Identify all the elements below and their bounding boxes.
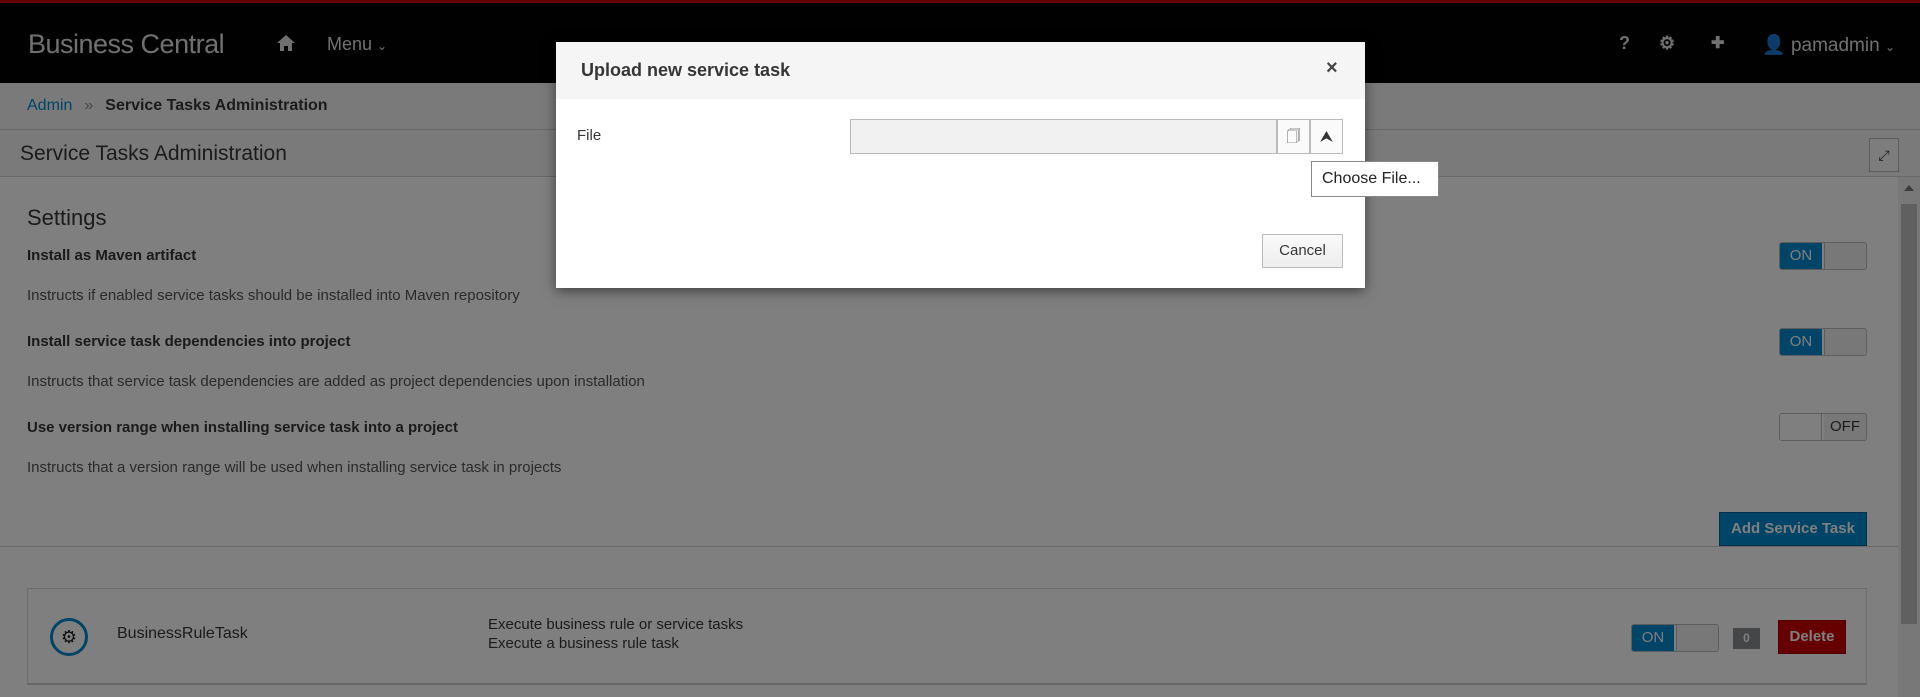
close-icon[interactable]: ×: [1326, 57, 1338, 80]
choose-file-tooltip: Choose File...: [1311, 161, 1439, 197]
file-icon[interactable]: 🗍: [1277, 119, 1310, 154]
modal-title: Upload new service task: [581, 60, 791, 80]
modal-header: Upload new service task ×: [556, 42, 1365, 99]
upload-icon[interactable]: ⮝: [1310, 119, 1343, 154]
upload-service-task-modal: Upload new service task × File 🗍 ⮝ Choos…: [556, 42, 1439, 288]
file-label: File: [577, 127, 602, 144]
file-input[interactable]: [850, 119, 1277, 154]
cancel-button[interactable]: Cancel: [1262, 234, 1343, 268]
